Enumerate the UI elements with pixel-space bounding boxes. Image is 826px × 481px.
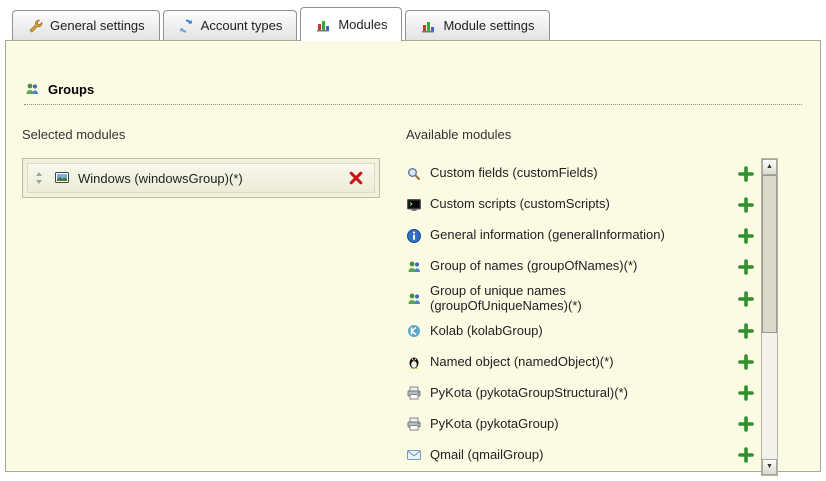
scrollbar[interactable]: ▲ ▼ bbox=[761, 158, 778, 476]
groups-icon bbox=[406, 259, 422, 275]
content-panel: Groups Selected modules Windows (windows… bbox=[5, 40, 821, 472]
modules-columns: Selected modules Windows (windowsGroup)(… bbox=[22, 127, 804, 476]
tab-label: Account types bbox=[201, 18, 283, 33]
groups-icon bbox=[406, 291, 422, 307]
tux-icon bbox=[406, 354, 422, 370]
tab-general-settings[interactable]: General settings bbox=[12, 10, 160, 40]
selected-module-row: Windows (windowsGroup)(*) bbox=[27, 163, 375, 193]
available-module-row: Qmail (qmailGroup) bbox=[406, 440, 754, 471]
available-module-row: Group of names (groupOfNames)(*) bbox=[406, 251, 754, 282]
section-title: Groups bbox=[48, 82, 94, 97]
scrollbar-thumb[interactable] bbox=[762, 175, 777, 333]
available-module-row: General information (generalInformation) bbox=[406, 220, 754, 251]
printer-icon bbox=[406, 385, 422, 401]
drag-handle-icon[interactable] bbox=[34, 171, 44, 185]
plus-icon[interactable] bbox=[738, 416, 754, 432]
tab-bar: General settings Account types Modules M… bbox=[12, 7, 550, 40]
module-label: General information (generalInformation) bbox=[430, 226, 671, 245]
scroll-up-button[interactable]: ▲ bbox=[762, 159, 777, 175]
module-label: Custom scripts (customScripts) bbox=[430, 195, 616, 214]
tab-modules[interactable]: Modules bbox=[300, 7, 402, 41]
kolab-icon bbox=[406, 323, 422, 339]
selected-modules-box: Windows (windowsGroup)(*) bbox=[22, 158, 380, 198]
available-module-row: Named object (namedObject)(*) bbox=[406, 347, 754, 378]
plus-icon[interactable] bbox=[738, 447, 754, 463]
tab-module-settings[interactable]: Module settings bbox=[405, 10, 549, 40]
plus-icon[interactable] bbox=[738, 323, 754, 339]
module-label: PyKota (pykotaGroupStructural)(*) bbox=[430, 384, 634, 403]
available-module-row: Kolab (kolabGroup) bbox=[406, 316, 754, 347]
plus-icon[interactable] bbox=[738, 385, 754, 401]
groups-icon bbox=[24, 81, 40, 97]
module-label: Named object (namedObject)(*) bbox=[430, 353, 620, 372]
module-label: PyKota (pykotaGroup) bbox=[430, 415, 565, 434]
info-icon bbox=[406, 228, 422, 244]
groups-section-header: Groups bbox=[24, 81, 802, 105]
selected-modules-column: Selected modules Windows (windowsGroup)(… bbox=[22, 127, 394, 476]
tab-label: General settings bbox=[50, 18, 145, 33]
refresh-arrows-icon bbox=[178, 18, 194, 34]
module-label: Group of unique names (groupOfUniqueName… bbox=[430, 282, 710, 316]
printer-icon bbox=[406, 416, 422, 432]
tab-label: Module settings bbox=[443, 18, 534, 33]
available-module-row: Custom fields (customFields) bbox=[406, 158, 754, 189]
lam-configuration-page: General settings Account types Modules M… bbox=[0, 0, 826, 481]
plus-icon[interactable] bbox=[738, 166, 754, 182]
available-module-row: PyKota (pykotaGroup) bbox=[406, 409, 754, 440]
plus-icon[interactable] bbox=[738, 197, 754, 213]
available-modules-heading: Available modules bbox=[406, 127, 804, 142]
selected-module-label: Windows (windowsGroup)(*) bbox=[78, 171, 243, 186]
magnifier-icon bbox=[406, 166, 422, 182]
available-module-row: Custom scripts (customScripts) bbox=[406, 189, 754, 220]
wrench-icon bbox=[27, 18, 43, 34]
available-modules-column: Available modules Custom fields (customF… bbox=[406, 127, 804, 476]
module-label: Custom fields (customFields) bbox=[430, 164, 604, 183]
scroll-down-button[interactable]: ▼ bbox=[762, 459, 777, 475]
mail-icon bbox=[406, 447, 422, 463]
delete-icon[interactable] bbox=[348, 170, 364, 186]
module-label: Qmail (qmailGroup) bbox=[430, 446, 549, 465]
plus-icon[interactable] bbox=[738, 291, 754, 307]
plus-icon[interactable] bbox=[738, 228, 754, 244]
available-module-row: Group of unique names (groupOfUniqueName… bbox=[406, 282, 754, 316]
available-module-row: PyKota (pykotaGroupStructural)(*) bbox=[406, 378, 754, 409]
plus-icon[interactable] bbox=[738, 354, 754, 370]
terminal-icon bbox=[406, 197, 422, 213]
module-label: Kolab (kolabGroup) bbox=[430, 322, 549, 341]
selected-modules-heading: Selected modules bbox=[22, 127, 394, 142]
available-modules-list: Custom fields (customFields) Custom scri… bbox=[406, 158, 778, 476]
tab-label: Modules bbox=[338, 17, 387, 32]
windows-module-icon bbox=[54, 170, 70, 186]
bar-chart-icon bbox=[315, 17, 331, 33]
module-label: Group of names (groupOfNames)(*) bbox=[430, 257, 643, 276]
plus-icon[interactable] bbox=[738, 259, 754, 275]
bar-chart-icon bbox=[420, 18, 436, 34]
tab-account-types[interactable]: Account types bbox=[163, 10, 298, 40]
